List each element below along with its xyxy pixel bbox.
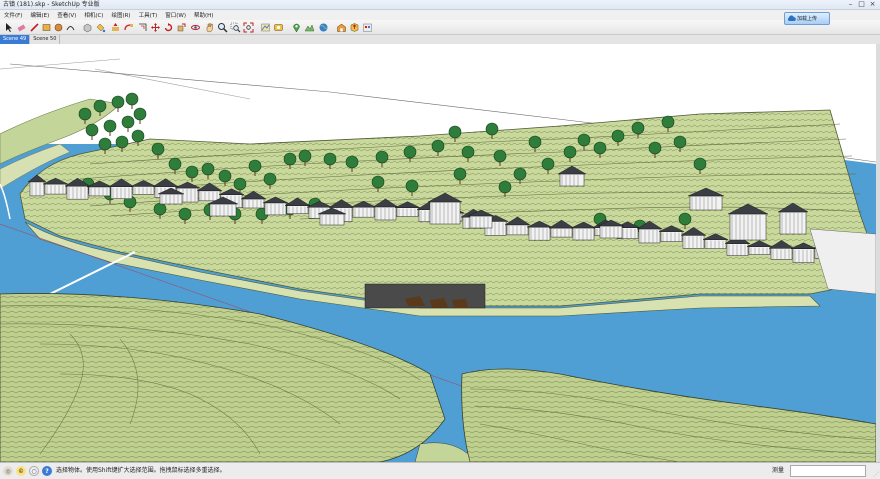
sign-in-icon[interactable]: ○ <box>29 466 39 476</box>
instructor-help-icon[interactable]: ? <box>42 466 52 476</box>
menu-window[interactable]: 窗口(W) <box>161 11 190 19</box>
rectangle-icon[interactable] <box>41 22 52 33</box>
status-message: 选择物体。使用Shift键扩大选择范围。拖拽鼠标选择多重选择。 <box>56 467 226 474</box>
tape-measure-icon[interactable] <box>273 22 284 33</box>
zoom-icon[interactable] <box>217 22 228 33</box>
eraser-icon[interactable] <box>16 22 27 33</box>
move-icon[interactable] <box>150 22 161 33</box>
circle-icon[interactable] <box>53 22 64 33</box>
add-location-icon[interactable] <box>291 22 302 33</box>
styles-icon[interactable] <box>260 22 271 33</box>
tab-scene-50[interactable]: Scene 50 <box>30 35 61 44</box>
minimize-icon[interactable]: – <box>845 0 856 9</box>
push-pull-icon[interactable] <box>110 22 121 33</box>
measurements-label: 测量 <box>772 467 785 474</box>
menu-edit[interactable]: 编辑(E) <box>26 11 53 19</box>
pan-hand-icon[interactable] <box>204 22 215 33</box>
tab-scene-49[interactable]: Scene 49 <box>0 35 31 44</box>
measurements-input[interactable] <box>790 465 866 477</box>
status-bar: ◎ © ○ ? 选择物体。使用Shift键扩大选择范围。拖拽鼠标选择多重选择。 … <box>0 462 880 479</box>
resize-grip-icon[interactable]: ⋰ <box>873 471 879 478</box>
zoom-extents-icon[interactable] <box>243 22 254 33</box>
extension-warehouse-icon[interactable] <box>362 22 373 33</box>
menu-bar: 文件(F) 编辑(E) 查看(V) 相机(C) 绘图(R) 工具(T) 窗口(W… <box>0 10 880 20</box>
window-controls: – □ × <box>845 0 878 10</box>
credits-icon[interactable]: © <box>16 466 26 476</box>
toolbar <box>0 20 880 35</box>
close-icon[interactable]: × <box>867 0 878 9</box>
follow-me-icon[interactable] <box>123 22 134 33</box>
window-title: 古镇 (181).skp - SketchUp 专业版 <box>3 1 100 8</box>
menu-camera[interactable]: 相机(C) <box>80 11 107 19</box>
account-button-label: 加载上传 <box>797 16 818 22</box>
account-button[interactable]: 加载上传 <box>784 12 830 25</box>
menu-file[interactable]: 文件(F) <box>0 11 26 19</box>
menu-tools[interactable]: 工具(T) <box>135 11 162 19</box>
arc-icon[interactable] <box>65 22 76 33</box>
terrain-toggle-icon[interactable] <box>304 22 315 33</box>
share-model-icon[interactable] <box>349 22 360 33</box>
3d-warehouse-icon[interactable] <box>336 22 347 33</box>
geo-location-icon[interactable]: ◎ <box>3 466 13 476</box>
ancient-town-model-render <box>0 44 876 462</box>
sketchup-window: 古镇 (181).skp - SketchUp 专业版 – □ × 文件(F) … <box>0 0 880 479</box>
title-bar: 古镇 (181).skp - SketchUp 专业版 – □ × <box>0 0 880 10</box>
pencil-line-icon[interactable] <box>29 22 40 33</box>
paint-bucket-icon[interactable] <box>95 22 106 33</box>
google-earth-icon[interactable] <box>318 22 329 33</box>
offset-icon[interactable] <box>137 22 148 33</box>
menu-view[interactable]: 查看(V) <box>53 11 80 19</box>
cloud-upload-icon <box>785 13 797 24</box>
orbit-icon[interactable] <box>190 22 201 33</box>
model-viewport[interactable] <box>0 44 876 462</box>
vertical-scrollbar[interactable] <box>876 44 880 462</box>
menu-help[interactable]: 帮助(H) <box>190 11 217 19</box>
menu-draw[interactable]: 绘图(R) <box>107 11 134 19</box>
zoom-window-icon[interactable] <box>230 22 241 33</box>
scene-tab-bar: Scene 49 Scene 50 <box>0 35 880 44</box>
make-component-icon[interactable] <box>82 22 93 33</box>
select-arrow-icon[interactable] <box>3 22 14 33</box>
rotate-icon[interactable] <box>163 22 174 33</box>
scale-icon[interactable] <box>176 22 187 33</box>
maximize-icon[interactable]: □ <box>856 0 867 9</box>
